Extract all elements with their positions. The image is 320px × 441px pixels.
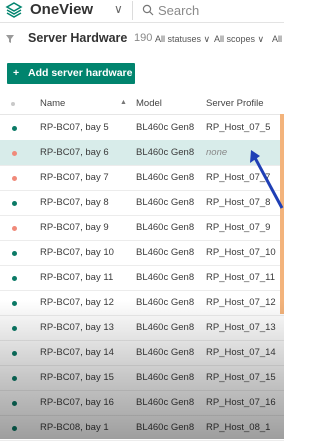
table-row[interactable]: RP-BC07, bay 6 BL460c Gen8 none (0, 140, 284, 166)
row-model: BL460c Gen8 (136, 372, 195, 383)
row-profile[interactable]: RP_Host_07_14 (206, 347, 276, 358)
table-row[interactable]: RP-BC08, bay 1 BL460c Gen8 RP_Host_08_1 (0, 415, 284, 441)
status-dot-icon (12, 251, 17, 256)
status-dot-icon (12, 326, 17, 331)
column-header-name[interactable]: Name (40, 98, 65, 109)
chevron-down-icon[interactable]: ∨ (114, 2, 123, 16)
row-profile[interactable]: RP_Host_07_12 (206, 297, 276, 308)
table-row[interactable]: RP-BC07, bay 15 BL460c Gen8 RP_Host_07_15 (0, 365, 284, 391)
status-dot-icon (12, 276, 17, 281)
table-row[interactable]: RP-BC07, bay 9 BL460c Gen8 RP_Host_07_9 (0, 215, 284, 241)
status-dot-icon (12, 401, 17, 406)
status-dot-icon (12, 426, 17, 431)
page-header: Server Hardware 190 All statuses ∨ All s… (0, 26, 284, 50)
status-dot-icon (12, 126, 17, 131)
row-model: BL460c Gen8 (136, 247, 195, 258)
row-name[interactable]: RP-BC07, bay 13 (40, 322, 114, 333)
scope-filter[interactable]: All scopes ∨ (214, 34, 264, 45)
page-title: Server Hardware (28, 31, 128, 45)
status-dot-icon (12, 176, 17, 181)
all-filter[interactable]: All (272, 34, 282, 44)
status-dot-icon (12, 351, 17, 356)
row-profile[interactable]: RP_Host_07_16 (206, 397, 276, 408)
row-name[interactable]: RP-BC07, bay 5 (40, 122, 109, 133)
row-model: BL460c Gen8 (136, 172, 195, 183)
row-name[interactable]: RP-BC07, bay 8 (40, 197, 109, 208)
table-row[interactable]: RP-BC07, bay 11 BL460c Gen8 RP_Host_07_11 (0, 265, 284, 291)
row-model: BL460c Gen8 (136, 122, 195, 133)
row-profile[interactable]: RP_Host_07_13 (206, 322, 276, 333)
pointer-arrow-icon (250, 150, 284, 209)
table-row[interactable]: RP-BC07, bay 8 BL460c Gen8 RP_Host_07_8 (0, 190, 284, 216)
item-count: 190 (134, 32, 153, 44)
table-row[interactable]: RP-BC07, bay 16 BL460c Gen8 RP_Host_07_16 (0, 390, 284, 416)
row-model: BL460c Gen8 (136, 272, 195, 283)
oneview-logo-icon[interactable] (5, 1, 23, 19)
row-profile[interactable]: RP_Host_07_11 (206, 272, 275, 283)
row-name[interactable]: RP-BC07, bay 9 (40, 222, 109, 233)
row-profile: none (206, 147, 228, 158)
row-profile[interactable]: RP_Host_08_1 (206, 422, 270, 433)
table-row[interactable]: RP-BC07, bay 14 BL460c Gen8 RP_Host_07_14 (0, 340, 284, 366)
status-dot-icon (12, 226, 17, 231)
row-model: BL460c Gen8 (136, 422, 195, 433)
add-server-hardware-button[interactable]: + Add server hardware (7, 63, 135, 84)
status-filter[interactable]: All statuses ∨ (155, 34, 210, 45)
column-header-profile[interactable]: Server Profile (206, 98, 264, 109)
row-name[interactable]: RP-BC07, bay 14 (40, 347, 114, 358)
status-dot-icon (12, 151, 17, 156)
row-profile[interactable]: RP_Host_07_15 (206, 372, 276, 383)
add-button-label: Add server hardware (28, 67, 133, 79)
row-name[interactable]: RP-BC07, bay 16 (40, 397, 114, 408)
row-profile[interactable]: RP_Host_07_10 (206, 247, 276, 258)
search-icon (142, 4, 154, 16)
row-name[interactable]: RP-BC07, bay 10 (40, 247, 114, 258)
row-name[interactable]: RP-BC07, bay 15 (40, 372, 114, 383)
app-title[interactable]: OneView (30, 1, 93, 18)
row-model: BL460c Gen8 (136, 222, 195, 233)
row-name[interactable]: RP-BC07, bay 12 (40, 297, 114, 308)
row-model: BL460c Gen8 (136, 397, 195, 408)
scroll-indicator[interactable] (280, 114, 284, 314)
status-dot-icon (12, 201, 17, 206)
row-name[interactable]: RP-BC07, bay 7 (40, 172, 109, 183)
filter-icon[interactable] (6, 35, 14, 43)
column-header-model[interactable]: Model (136, 98, 162, 109)
row-model: BL460c Gen8 (136, 322, 195, 333)
search-input[interactable] (158, 1, 278, 19)
row-model: BL460c Gen8 (136, 347, 195, 358)
plus-icon: + (13, 67, 20, 79)
table-row[interactable]: RP-BC07, bay 13 BL460c Gen8 RP_Host_07_13 (0, 315, 284, 341)
table-row[interactable]: RP-BC07, bay 10 BL460c Gen8 RP_Host_07_10 (0, 240, 284, 266)
status-dot-icon (12, 301, 17, 306)
row-profile[interactable]: RP_Host_07_5 (206, 122, 270, 133)
status-column-header[interactable] (11, 102, 15, 106)
row-name[interactable]: RP-BC07, bay 6 (40, 147, 109, 158)
row-profile[interactable]: RP_Host_07_9 (206, 222, 270, 233)
row-model: BL460c Gen8 (136, 147, 195, 158)
top-bar: OneView ∨ (0, 0, 284, 23)
divider (132, 1, 133, 20)
row-name[interactable]: RP-BC07, bay 11 (40, 272, 113, 283)
sort-arrow-icon[interactable]: ▲ (120, 99, 127, 106)
status-dot-icon (12, 376, 17, 381)
table-row[interactable]: RP-BC07, bay 5 BL460c Gen8 RP_Host_07_5 (0, 115, 284, 141)
table-row[interactable]: RP-BC07, bay 7 BL460c Gen8 RP_Host_07_7 (0, 165, 284, 191)
table-row[interactable]: RP-BC07, bay 12 BL460c Gen8 RP_Host_07_12 (0, 290, 284, 316)
row-name[interactable]: RP-BC08, bay 1 (40, 422, 109, 433)
row-model: BL460c Gen8 (136, 197, 195, 208)
row-model: BL460c Gen8 (136, 297, 195, 308)
